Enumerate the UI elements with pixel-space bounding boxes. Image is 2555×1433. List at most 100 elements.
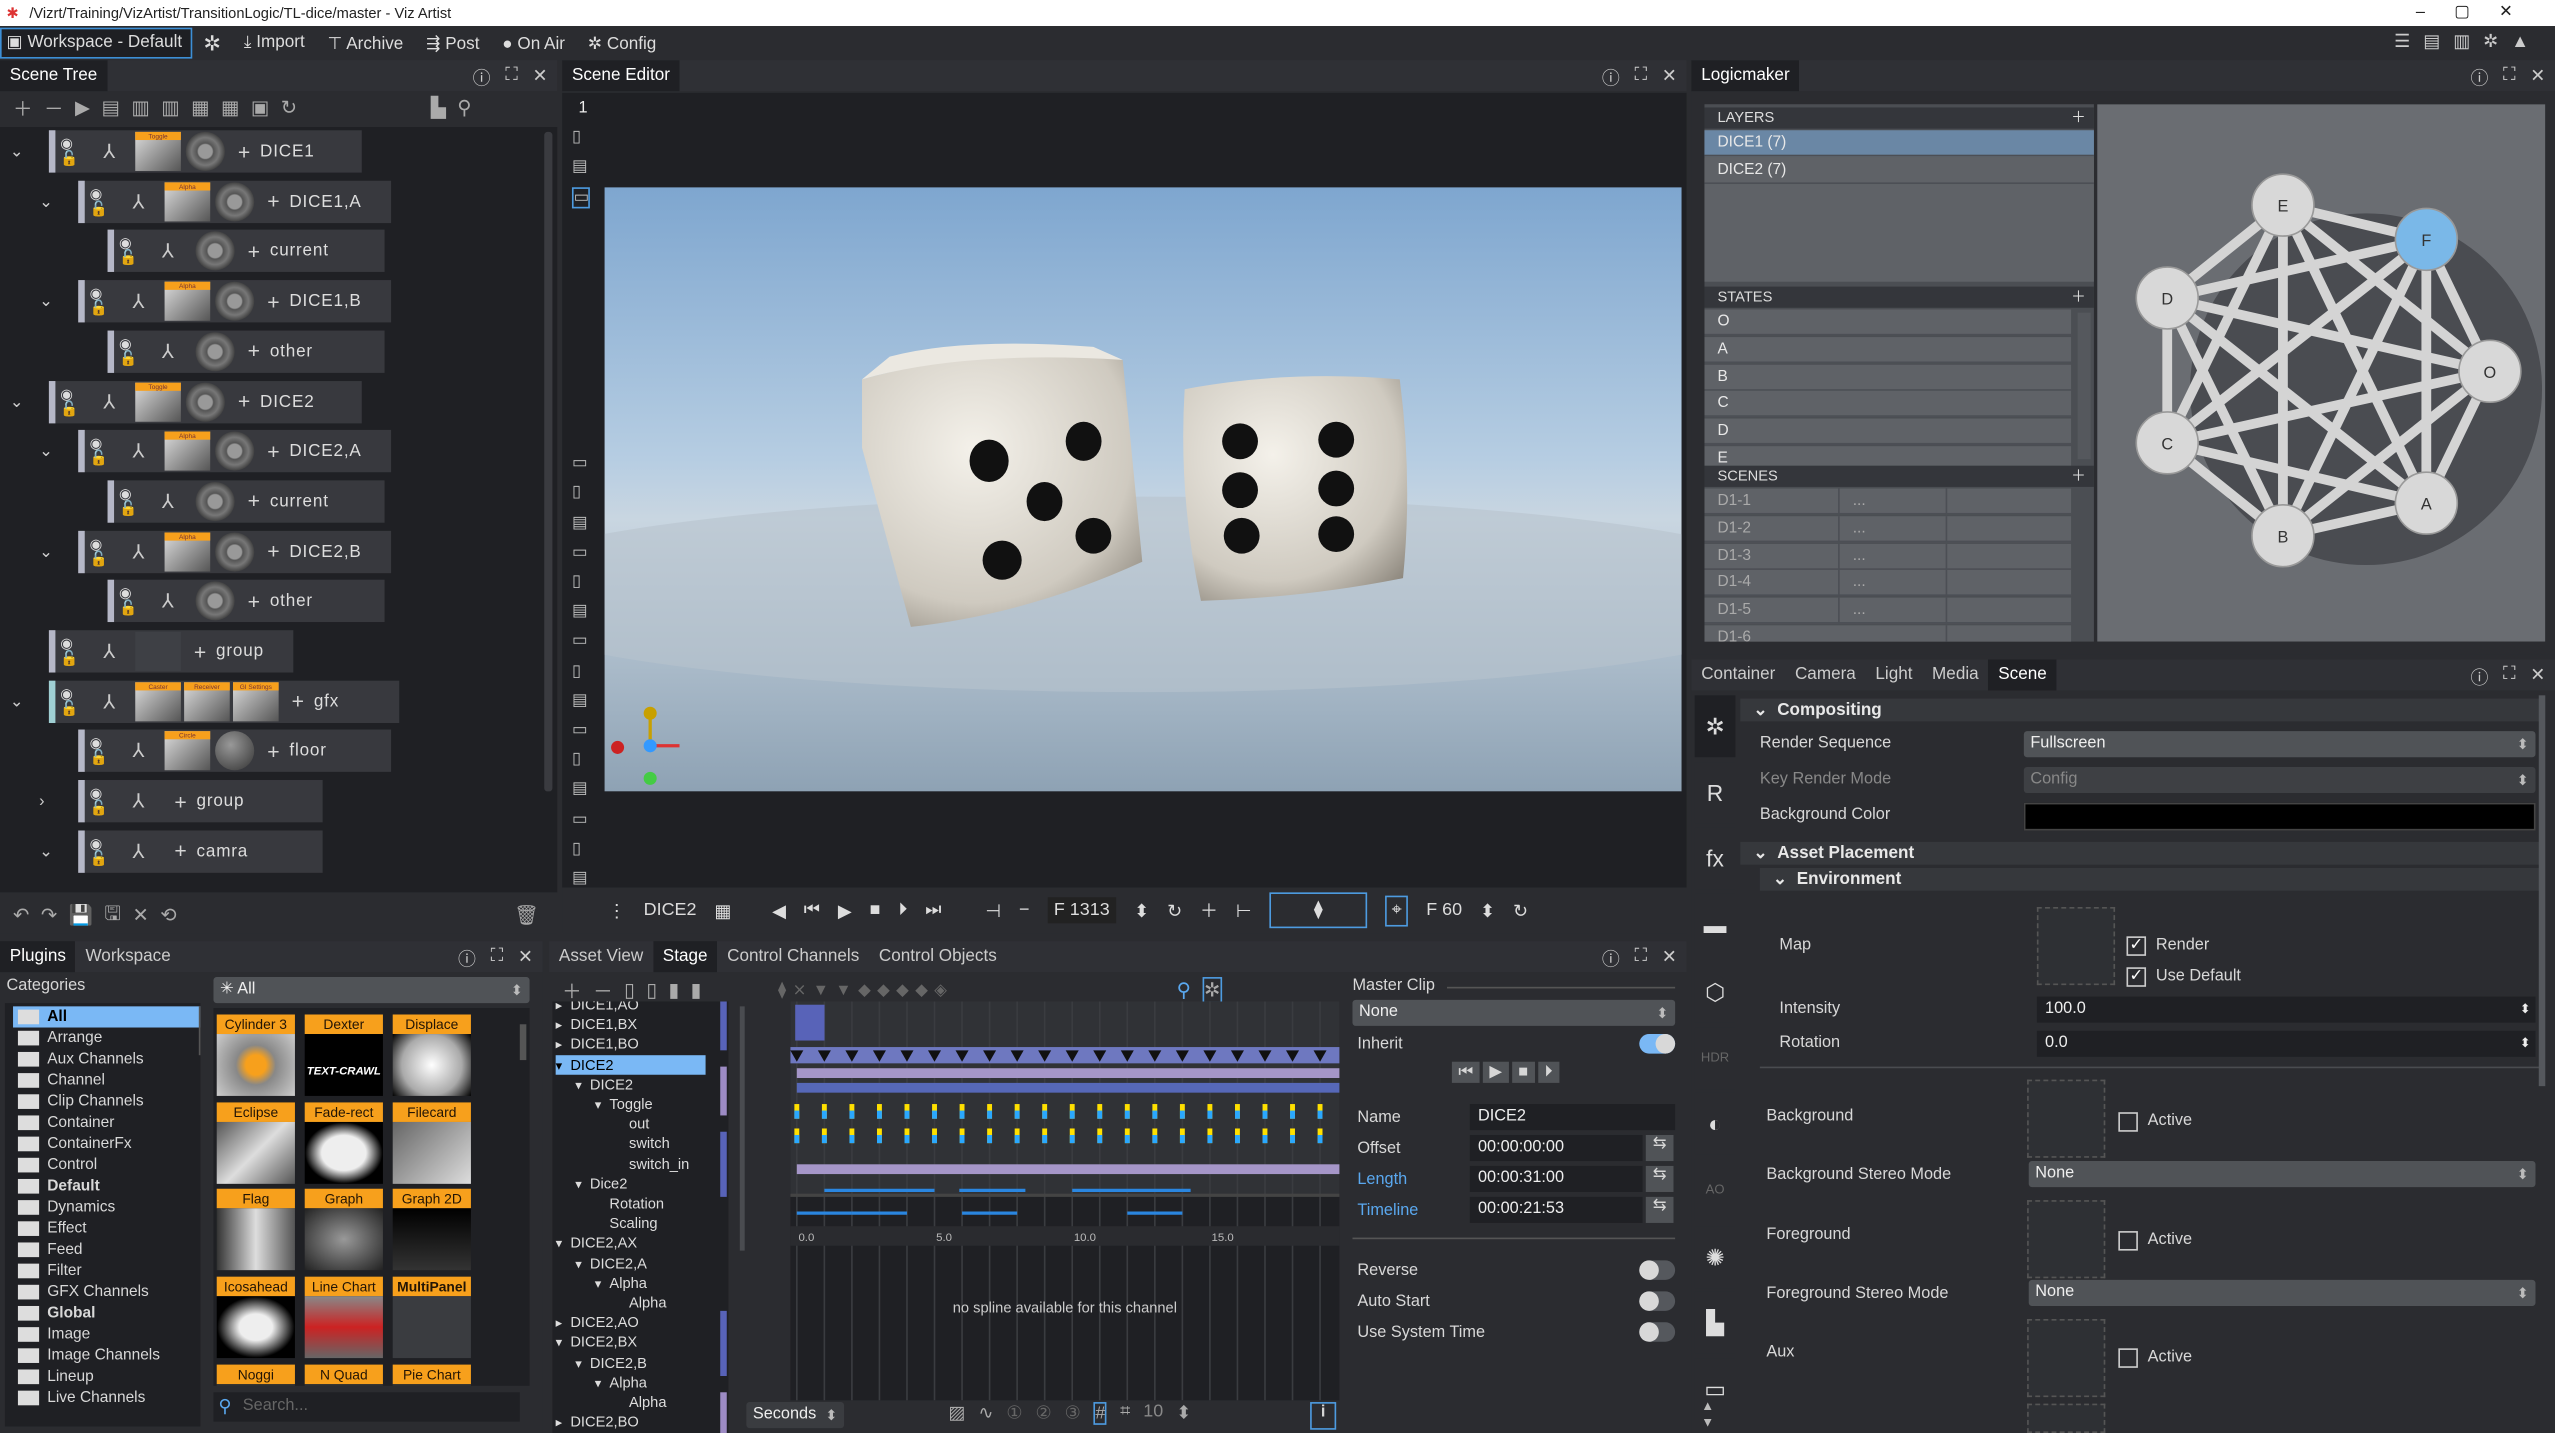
keyframe[interactable] [1042,1110,1048,1119]
visibility-lock-icon[interactable]: ◉ 🔓 [119,336,145,366]
expand-caret-icon[interactable]: ▾ [595,1374,610,1394]
keyframe[interactable] [1262,1110,1268,1119]
rewind-icon[interactable]: ◀ [772,900,786,921]
plugin-thumbnail[interactable]: Circle [164,731,211,771]
maximize-icon[interactable]: ⛶ [491,946,504,972]
sliders-icon[interactable]: ▭ [572,544,587,562]
visibility-lock-icon[interactable]: ◉ 🔓 [119,486,145,516]
keyframe[interactable] [794,1134,800,1144]
tab-control-objects[interactable]: Control Objects [869,941,1006,972]
add-icon[interactable]: + [248,339,260,363]
background-active-checkbox[interactable] [2118,1112,2138,1132]
auto-start-toggle[interactable] [1639,1291,1676,1311]
keyframe[interactable] [1069,1110,1075,1119]
drop-zone[interactable] [2027,1403,2106,1433]
keyframe[interactable] [876,1110,882,1119]
skip-end-icon[interactable]: ⏭ [925,900,941,921]
tree-row[interactable]: ◉ 🔓 ⅄ Alpha + DICE2,A [78,430,392,473]
snap-icon[interactable]: ⌖ [1385,894,1409,926]
stage-tree-item[interactable]: out [614,1114,649,1134]
plugin-tile[interactable]: Pie Chart [392,1364,471,1386]
material-icon[interactable] [195,231,235,271]
scene-item[interactable]: D1-5... [1704,597,2072,624]
stage-tree-item[interactable]: ▾ DICE2,AX [556,1233,638,1253]
frame-icon[interactable]: ▤ [572,692,587,710]
toolbar-icon[interactable]: ▥ [131,96,149,119]
material-icon[interactable] [215,281,255,321]
reverse-toggle[interactable] [1639,1260,1676,1280]
keyframe[interactable] [1097,1110,1103,1119]
scene-item[interactable]: D1-6 [1704,625,2072,642]
visibility-lock-icon[interactable]: ◉ 🔓 [90,186,116,216]
state-item[interactable]: B [1704,364,2072,391]
expand-caret-icon[interactable]: ▾ [575,1255,590,1275]
tree-row[interactable]: ◉ 🔓 ⅄ + other [107,580,385,623]
expand-caret-icon[interactable]: ▾ [575,1076,590,1096]
category-item[interactable]: Image Channels [13,1345,200,1366]
help-icon[interactable]: ⓘ [2470,664,2488,690]
category-item[interactable]: Effect [13,1218,200,1239]
add-icon[interactable]: + [238,389,250,413]
workspace-button[interactable]: ▣ Workspace - Default [0,27,192,59]
grid-value[interactable]: 10 [1143,1402,1163,1425]
settings-icon[interactable]: ✲ [192,30,233,56]
keyframe[interactable] [1097,1134,1103,1144]
film-icon[interactable]: ▯ [572,662,581,680]
menu-config[interactable]: ✲ Config [576,33,667,53]
plugin-search-input[interactable]: ⚲ Search... [213,1392,520,1422]
add-icon[interactable]: ＋ [562,976,582,1004]
minus-icon[interactable]: − [1019,901,1029,921]
category-item[interactable]: Feed [13,1239,200,1260]
help-icon[interactable]: ⓘ [458,946,476,972]
category-item[interactable]: Default [13,1176,200,1197]
stepper-icon[interactable]: ⬍ [2520,997,2531,1023]
add-icon[interactable]: + [267,439,279,463]
stepper-icon[interactable]: ⬍ [1134,900,1149,921]
curve-2-icon[interactable]: ② [1036,1402,1052,1425]
use-default-checkbox[interactable]: ✓ [2126,967,2147,987]
visibility-lock-icon[interactable]: ◉ 🔓 [60,686,86,716]
inherit-toggle[interactable] [1639,1034,1676,1054]
plugin-tile[interactable]: Displace [392,1014,471,1096]
keyframe[interactable] [1207,1110,1213,1119]
stage-tree-item[interactable]: ▾ Alpha [595,1273,647,1293]
expand-caret-icon[interactable]: ⌄ [10,393,24,411]
add-scene-icon[interactable]: ＋ [2071,466,2086,487]
close-icon[interactable]: ✕ [2530,65,2545,91]
keyframe[interactable] [821,1110,827,1119]
help-icon[interactable]: ⓘ [1602,946,1620,972]
stepper-icon[interactable]: ⬍ [1176,1402,1191,1425]
fps-field[interactable]: F 60 [1426,901,1462,921]
tab-stage[interactable]: Stage [653,941,718,973]
category-item[interactable]: Image [13,1324,200,1345]
menu-on-air[interactable]: ● On Air [491,33,576,53]
state-item[interactable]: C [1704,391,2072,418]
scene-item[interactable]: D1-3... [1704,543,2072,570]
tab-asset-view[interactable]: Asset View [549,941,653,972]
tab-plugins[interactable]: Plugins [0,941,76,973]
keyframe[interactable] [1207,1134,1213,1144]
category-item[interactable]: Filter [13,1260,200,1281]
close-icon[interactable]: ✕ [2530,664,2545,690]
step-forward-icon[interactable]: ⏵ [898,900,907,921]
keyframe[interactable] [1014,1134,1020,1144]
visibility-lock-icon[interactable]: ◉ 🔓 [119,586,145,616]
curve-1-icon[interactable]: ① [1006,1402,1022,1425]
plugin-tile[interactable]: Fade-rect [304,1101,383,1184]
keyframe[interactable] [1014,1110,1020,1119]
visibility-lock-icon[interactable]: ◉ 🔓 [90,286,116,316]
visibility-lock-icon[interactable]: ◉ 🔓 [90,436,116,466]
keyframe[interactable] [849,1134,855,1144]
add-icon[interactable]: + [248,239,260,263]
reload-icon[interactable]: ⟲ [160,904,176,927]
plugin-tile[interactable]: Noggi [216,1364,295,1386]
keyframe[interactable] [1290,1110,1295,1119]
keyframe[interactable] [1234,1134,1240,1144]
undo-icon[interactable]: ↶ [13,904,29,927]
clapper-icon[interactable]: ▭ [572,632,587,650]
keyframe[interactable] [1317,1110,1323,1119]
keyframe-track[interactable] [790,1047,1340,1064]
close-icon[interactable]: ✕ [532,65,547,91]
snap-icon[interactable]: ⌗ [1120,1402,1130,1425]
expand-caret-icon[interactable]: ⌄ [39,293,53,311]
